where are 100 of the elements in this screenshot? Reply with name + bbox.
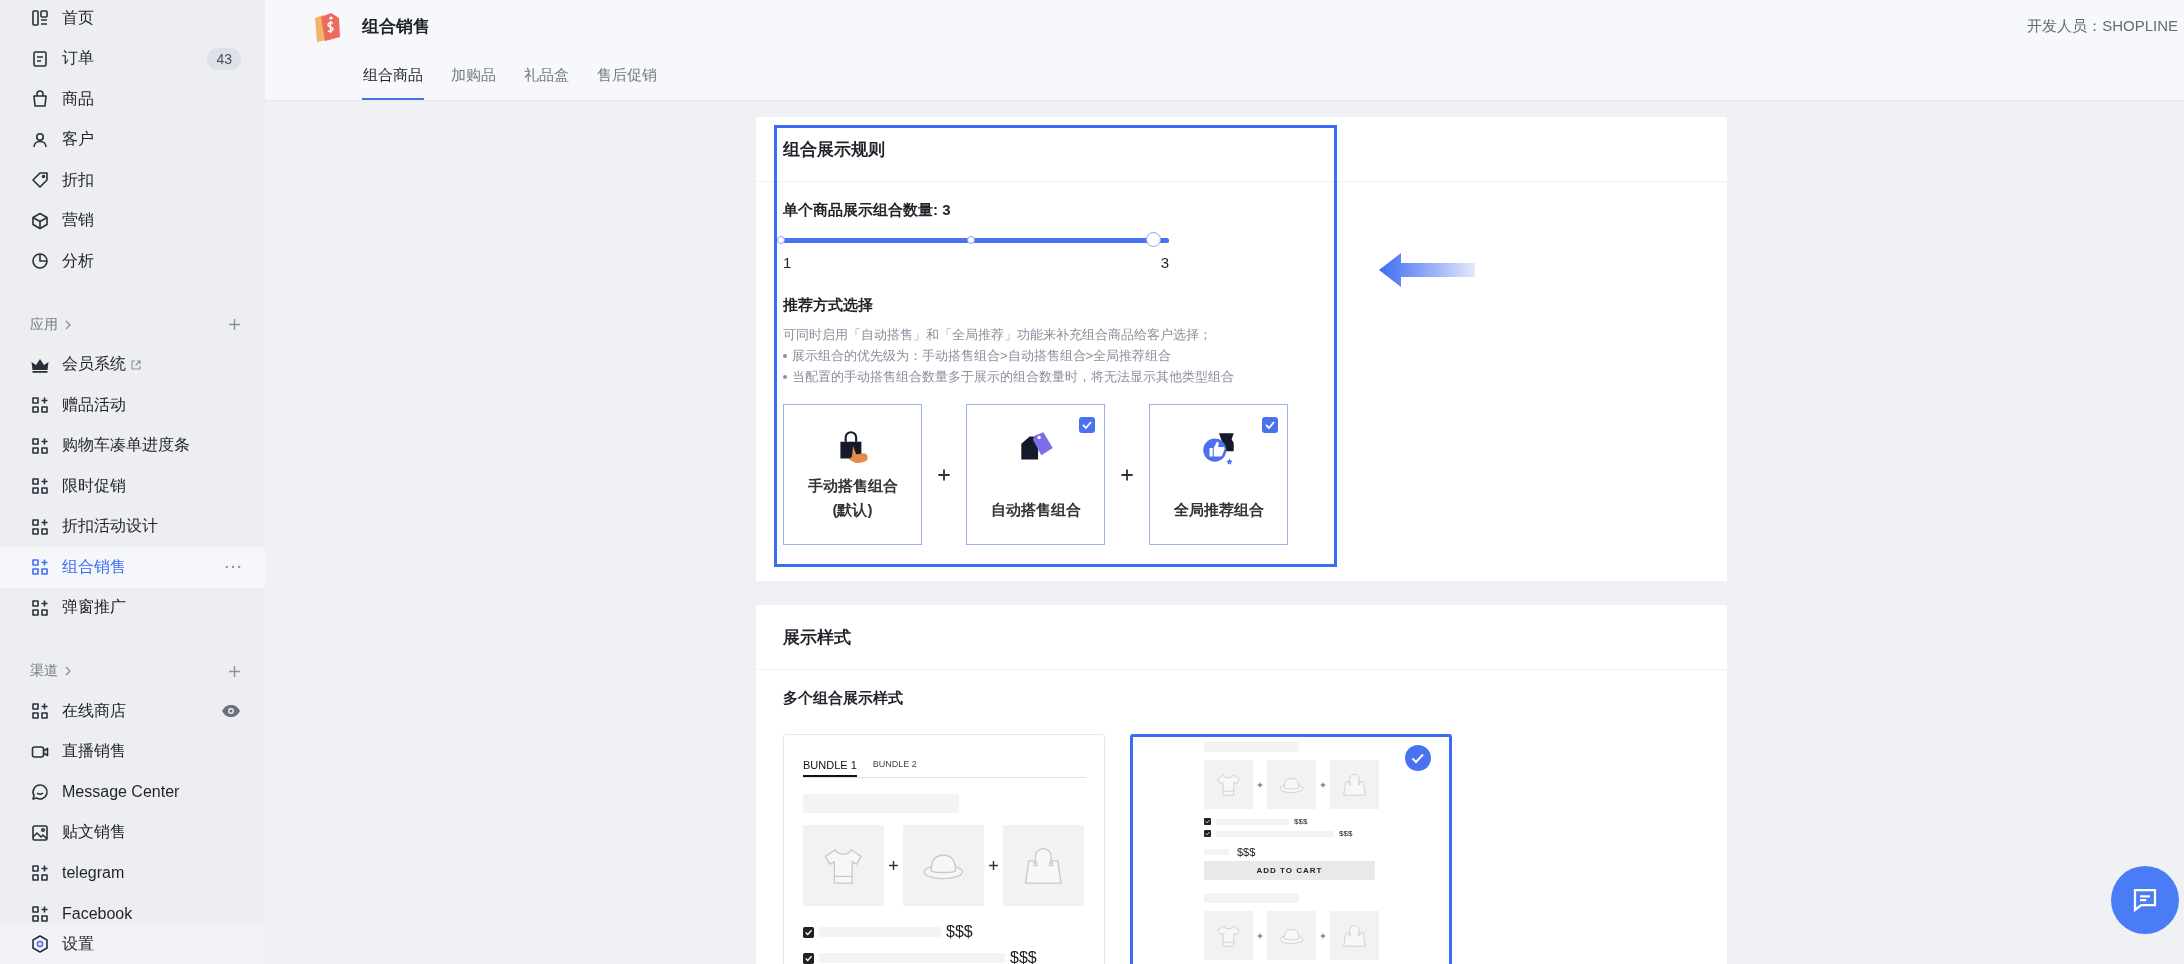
sidebar-item[interactable]: 设置 bbox=[0, 923, 265, 964]
checkbox-icon[interactable] bbox=[1079, 417, 1095, 433]
sidebar-item[interactable]: 限时促销 bbox=[0, 466, 265, 507]
sidebar-item-label: 首页 bbox=[62, 7, 94, 28]
checkbox-icon[interactable] bbox=[1262, 417, 1278, 433]
slider-thumb[interactable] bbox=[1146, 232, 1161, 247]
sidebar-item[interactable]: 弹窗推广 bbox=[0, 587, 265, 628]
option-label: 全局推荐组合 bbox=[1173, 500, 1264, 520]
app-grid-icon bbox=[30, 597, 50, 618]
sidebar-item[interactable]: 订单 43 bbox=[0, 38, 265, 79]
sidebar-item[interactable]: 在线商店 bbox=[0, 691, 265, 732]
sidebar-item-label: 商品 bbox=[62, 88, 94, 109]
sidebar-item-label: 营销 bbox=[62, 210, 94, 231]
tab[interactable]: 加购品 bbox=[450, 52, 497, 100]
section-heading[interactable]: 渠道 bbox=[30, 662, 58, 680]
sidebar-item-label: 会员系统 bbox=[62, 354, 126, 375]
sidebar-item[interactable]: 商品 bbox=[0, 79, 265, 120]
section-heading[interactable]: 应用 bbox=[30, 315, 58, 334]
bullet-icon bbox=[783, 353, 787, 358]
slider-label: 单个商品展示组合数量: 3 bbox=[783, 200, 952, 220]
option-note: (默认) bbox=[832, 500, 873, 520]
sidebar-item[interactable]: 首页 bbox=[0, 0, 265, 39]
app-grid-icon bbox=[30, 395, 50, 416]
sidebar-item[interactable]: 折扣活动设计 bbox=[0, 506, 265, 547]
option-card[interactable]: 手动搭售组合 (默认) bbox=[783, 404, 922, 545]
option-label: 手动搭售组合 bbox=[807, 476, 898, 496]
sidebar-item[interactable]: 组合销售 bbox=[0, 547, 265, 588]
plus-icon bbox=[1320, 781, 1326, 788]
image-icon bbox=[30, 822, 50, 843]
app-grid-icon bbox=[30, 516, 50, 537]
sidebar-item[interactable]: 折扣 bbox=[0, 160, 265, 201]
app-grid-icon bbox=[30, 863, 50, 884]
count-badge: 43 bbox=[207, 47, 241, 70]
sidebar-item-label: 折扣 bbox=[62, 169, 94, 190]
checkbox-icon bbox=[1204, 818, 1211, 825]
option-label: 自动搭售组合 bbox=[990, 500, 1081, 520]
price-text: $$$ bbox=[946, 923, 973, 941]
plus-icon[interactable] bbox=[228, 318, 241, 331]
sidebar-item-label: 设置 bbox=[62, 933, 94, 954]
sidebar-item[interactable]: 赠品活动 bbox=[0, 385, 265, 426]
sidebar-item[interactable]: Message Center bbox=[0, 772, 265, 813]
card-title: 组合展示规则 bbox=[783, 138, 885, 161]
section-label: 推荐方式选择 bbox=[783, 295, 874, 315]
plus-icon[interactable] bbox=[228, 664, 241, 678]
tag-icon bbox=[30, 170, 50, 191]
more-icon[interactable] bbox=[225, 565, 241, 570]
app-grid-icon bbox=[30, 701, 50, 722]
sidebar-item-label: telegram bbox=[62, 864, 125, 883]
option-card[interactable]: 全局推荐组合 bbox=[1149, 404, 1288, 545]
sidebar-item[interactable]: 分析 bbox=[0, 241, 265, 282]
cube-icon bbox=[30, 210, 50, 231]
sidebar-item-label: 订单 bbox=[62, 48, 94, 69]
option-card[interactable]: 自动搭售组合 bbox=[966, 404, 1105, 545]
sidebar-item[interactable]: 购物车凑单进度条 bbox=[0, 425, 265, 466]
layout-option-card[interactable]: $$$ $$$ $$$ ADD TO CART bbox=[1130, 734, 1452, 964]
section-label: 多个组合展示样式 bbox=[783, 688, 904, 708]
document-icon bbox=[30, 48, 50, 69]
sidebar-item-label: 组合销售 bbox=[62, 556, 126, 577]
help-text: 可同时启用「自动搭售」和「全局推荐」功能来补充组合商品给客户选择； bbox=[783, 326, 1213, 344]
shirt-icon bbox=[1215, 771, 1242, 798]
sidebar-item[interactable]: 贴文销售 bbox=[0, 812, 265, 853]
chat-bubble-icon bbox=[30, 782, 50, 803]
sidebar-item[interactable]: 会员系统 bbox=[0, 344, 265, 385]
help-text: 当配置的手动搭售组合数量多于展示的组合数量时，将无法显示其他类型组合 bbox=[792, 368, 1234, 386]
sidebar-item-label: Message Center bbox=[62, 783, 180, 802]
slider-max-label: 3 bbox=[1160, 254, 1169, 271]
bullet-icon bbox=[783, 374, 787, 379]
pie-chart-icon bbox=[30, 251, 50, 272]
shopping-bag-icon bbox=[30, 89, 50, 110]
plus-icon bbox=[1320, 932, 1326, 939]
plus-icon bbox=[888, 860, 899, 871]
sidebar-item[interactable]: telegram bbox=[0, 853, 265, 894]
chevron-icon[interactable] bbox=[65, 666, 71, 676]
sidebar-item[interactable]: Facebook bbox=[0, 893, 265, 924]
layout-option-card[interactable]: BUNDLE 1 BUNDLE 2 $$$ $$$ bbox=[783, 734, 1105, 964]
eye-icon[interactable] bbox=[221, 704, 241, 719]
sidebar-item[interactable]: 直播销售 bbox=[0, 731, 265, 772]
plus-icon bbox=[988, 860, 999, 871]
plus-icon bbox=[1257, 932, 1263, 939]
external-link-icon bbox=[130, 358, 142, 371]
sidebar-item-label: 在线商店 bbox=[62, 700, 126, 721]
tab[interactable]: 售后促销 bbox=[596, 52, 658, 100]
app-grid-icon bbox=[30, 476, 50, 497]
settings-icon bbox=[30, 934, 50, 954]
plus-icon bbox=[1257, 781, 1263, 788]
handbag-icon bbox=[1341, 771, 1368, 798]
price-text: $$$ bbox=[1339, 829, 1353, 838]
tab[interactable]: 组合商品 bbox=[362, 52, 424, 100]
sidebar-item-label: 购物车凑单进度条 bbox=[62, 435, 190, 456]
handbag-icon bbox=[1341, 922, 1368, 949]
sidebar-item[interactable]: 营销 bbox=[0, 200, 265, 241]
tab[interactable]: 礼品盒 bbox=[523, 52, 570, 100]
app-grid-icon bbox=[30, 557, 50, 578]
sidebar-item[interactable]: 客户 bbox=[0, 119, 265, 160]
sidebar-item-label: 弹窗推广 bbox=[62, 597, 126, 618]
card-title: 展示样式 bbox=[783, 626, 851, 649]
sidebar-item-label: 直播销售 bbox=[62, 741, 126, 762]
app-grid-icon bbox=[30, 435, 50, 456]
chevron-icon[interactable] bbox=[65, 319, 71, 330]
sidebar-item-label: Facebook bbox=[62, 904, 133, 923]
